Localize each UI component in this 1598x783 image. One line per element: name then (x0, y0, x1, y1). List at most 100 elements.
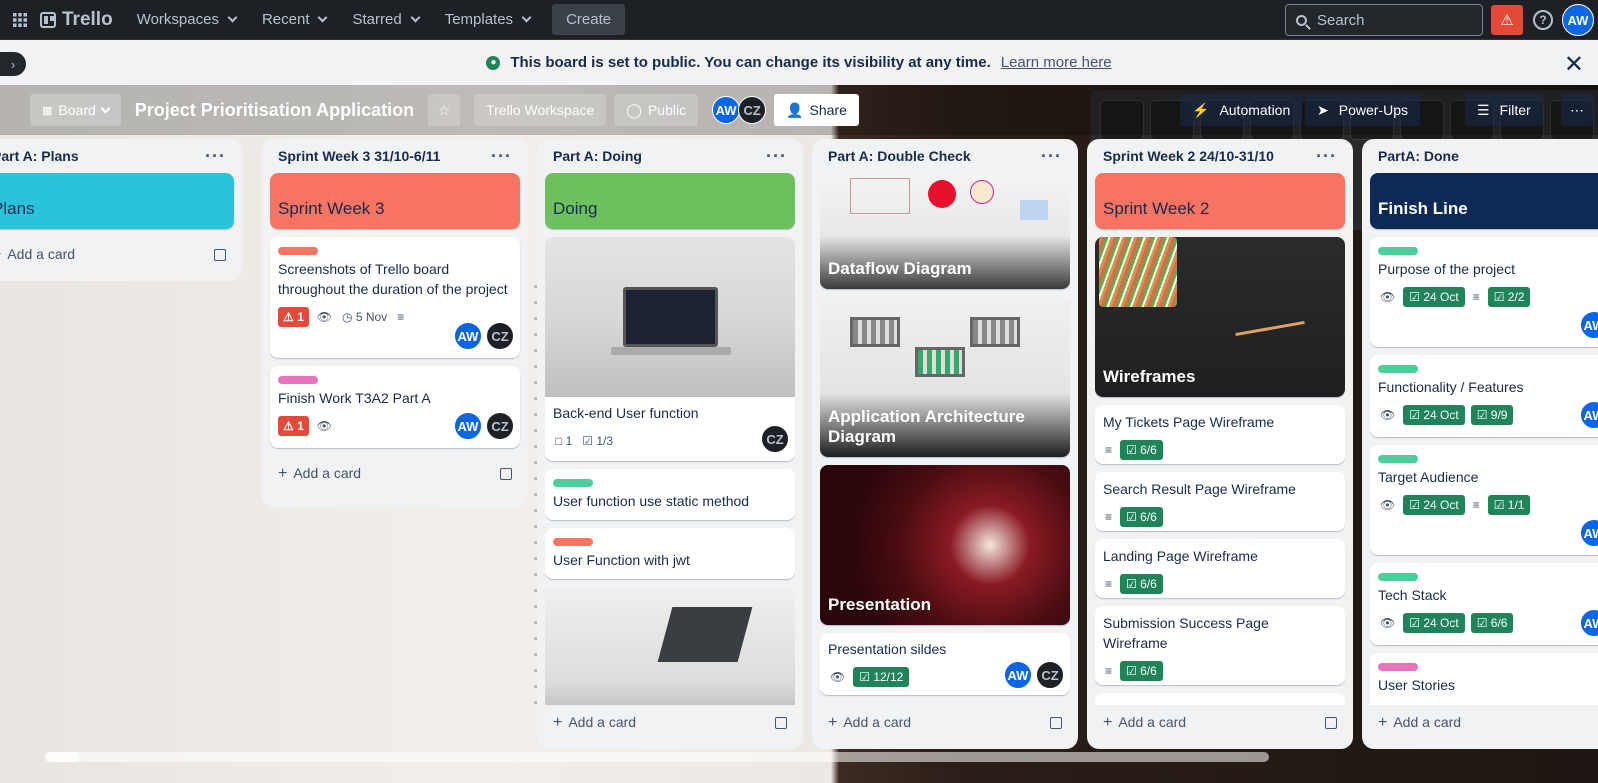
list-item[interactable]: Finish Line (1370, 173, 1598, 229)
workspace-button[interactable]: Trello Workspace (474, 94, 607, 126)
account-avatar[interactable]: AW (1562, 4, 1594, 36)
list-item[interactable]: Submission Success Page Wireframe ≡ ☑ 6/… (1095, 606, 1345, 685)
list-title[interactable]: Part A: Doing (553, 148, 642, 164)
description-icon: ≡ (1105, 664, 1113, 678)
list-title[interactable]: Part A: Plans (0, 148, 79, 164)
add-card-button[interactable]: + Add a card (1370, 705, 1590, 741)
menu-workspaces[interactable]: Workspaces (127, 4, 246, 36)
list-item[interactable]: Application Architecture Diagram (820, 297, 1070, 457)
logo-text: Trello (62, 8, 113, 30)
help-icon[interactable]: ? (1533, 10, 1553, 30)
notifications-icon[interactable]: ⚠ (1491, 5, 1523, 35)
list-title[interactable]: Sprint Week 3 31/10-6/11 (278, 148, 440, 164)
list-item[interactable]: User Function with jwt (545, 528, 795, 579)
list-item[interactable]: Listing Page Wireframe (1095, 693, 1345, 705)
menu-starred[interactable]: Starred (342, 4, 428, 36)
list-item[interactable]: My Tickets Page Wireframe ≡ ☑ 6/6 (1095, 405, 1345, 464)
list-item[interactable]: Wireframes (1095, 237, 1345, 397)
card-label (1378, 455, 1418, 463)
app-switcher-icon[interactable] (0, 0, 40, 40)
card-cover-title: Sprint Week 2 (1095, 173, 1345, 229)
avatar[interactable]: AW (1580, 401, 1598, 429)
public-board-banner: ● This board is set to public. You can c… (0, 40, 1598, 85)
board-horizontal-scrollbar[interactable] (45, 752, 1269, 762)
add-card-button[interactable]: + Add a card (820, 705, 1070, 741)
search-input[interactable]: Search (1285, 4, 1483, 36)
list-item[interactable]: Dataflow Diagram (820, 173, 1070, 289)
powerups-button[interactable]: ➤ Power-Ups (1305, 94, 1420, 126)
avatar[interactable]: CZ (486, 412, 514, 440)
card-cover-title: Doing (545, 173, 795, 229)
list-item[interactable]: Functionality / Features 👁 ☑ 24 Oct ☑ 9/… (1370, 355, 1598, 437)
menu-templates[interactable]: Templates (435, 4, 540, 36)
avatar[interactable]: AW (1580, 311, 1598, 339)
avatar[interactable]: AW (1580, 519, 1598, 547)
avatar[interactable]: CZ (1036, 661, 1064, 689)
card-template-icon[interactable] (1050, 717, 1062, 729)
star-icon[interactable]: ☆ (428, 94, 461, 126)
card-template-icon[interactable] (500, 468, 512, 480)
scrollbar-thumb[interactable] (45, 752, 80, 762)
list-item[interactable]: Sprint Week 3 (270, 173, 520, 229)
list-item[interactable]: Landing Page Wireframe ≡ ☑ 6/6 (1095, 539, 1345, 598)
list-title[interactable]: Part A: Double Check (828, 148, 971, 164)
automation-button[interactable]: ⚡ Automation (1180, 94, 1303, 126)
list-item[interactable]: Tech Stack 👁 ☑ 24 Oct ☑ 6/6 AW (1370, 563, 1598, 645)
add-card-button[interactable]: + Add a card (0, 237, 234, 273)
list-item[interactable]: Purpose of the project 👁 ☑ 24 Oct ≡ ☑ 2/… (1370, 237, 1598, 347)
list-item[interactable]: Presentation (820, 465, 1070, 625)
list-item[interactable]: Finish Work T3A2 Part A ⚠ 1 👁 AW CZ (270, 366, 520, 448)
card-badges: 👁 ☑ 24 Oct ☑ 9/9 (1370, 405, 1598, 433)
close-icon[interactable]: ✕ (1564, 50, 1584, 79)
avatar[interactable]: AW (712, 96, 741, 124)
avatar[interactable]: AW (1004, 661, 1032, 689)
add-card-button[interactable]: + Add a card (1095, 705, 1345, 741)
filter-button[interactable]: ☰ Filter (1465, 94, 1543, 126)
card-template-icon[interactable] (775, 717, 787, 729)
card-members: CZ (761, 425, 789, 453)
avatar[interactable]: CZ (738, 96, 767, 124)
plus-icon: + (1103, 714, 1113, 731)
avatar[interactable]: AW (454, 412, 482, 440)
learn-more-link[interactable]: Learn more here (1001, 54, 1112, 71)
card-template-icon[interactable] (214, 249, 226, 261)
list-item[interactable]: User Stories (1370, 653, 1598, 705)
list-title[interactable]: Sprint Week 2 24/10-31/10 (1103, 148, 1274, 164)
list-item[interactable]: Screenshots of Trello board throughout t… (270, 237, 520, 358)
watch-icon: 👁 (830, 670, 846, 684)
add-card-button[interactable]: + Add a card (545, 705, 795, 741)
board-menu-icon[interactable]: ⋯ (1561, 94, 1593, 126)
board-view-switcher[interactable]: ▦ Board (30, 94, 121, 126)
list-item[interactable]: Sprint Week 2 (1095, 173, 1345, 229)
card-title: Application Architecture Diagram (828, 407, 1025, 446)
card-badges: 👁 ☑ 24 Oct ≡ ☑ 2/2 (1370, 287, 1598, 315)
avatar[interactable]: AW (454, 322, 482, 350)
trello-logo[interactable]: Trello (40, 9, 113, 31)
list-item[interactable]: Target Audience 👁 ☑ 24 Oct ≡ ☑ 1/1 AW (1370, 445, 1598, 555)
list-item[interactable]: Search Result Page Wireframe ≡ ☑ 6/6 (1095, 472, 1345, 531)
create-button[interactable]: Create (552, 4, 626, 35)
plus-icon: + (828, 714, 838, 731)
sidebar-expand-icon[interactable]: › (0, 52, 26, 76)
add-card-button[interactable]: + Add a card (270, 456, 520, 492)
list-header: Part A: Doing ··· (553, 146, 787, 166)
card-title: Dataflow Diagram (828, 259, 972, 278)
visibility-button[interactable]: ◯ Public (614, 94, 699, 126)
list-item[interactable]: Back-end User function □ 1 ☑ 1/3 CZ (545, 237, 795, 461)
board-title[interactable]: Project Prioritisation Application (135, 100, 414, 121)
list-item[interactable]: Plans (0, 173, 234, 229)
menu-recent[interactable]: Recent (252, 4, 337, 36)
list-cards: Doing Back-end User function □ 1 ☑ 1/3 C… (545, 173, 795, 705)
avatar[interactable]: AW (1580, 609, 1598, 637)
notification-badge: ⚠ 1 (278, 307, 309, 327)
list-item[interactable]: User function use static method (545, 469, 795, 520)
lightning-icon: ⚡ (1192, 101, 1210, 118)
list-item[interactable]: Presentation sildes 👁 ☑ 12/12 AW CZ (820, 633, 1070, 695)
list-item[interactable]: Doing (545, 173, 795, 229)
card-template-icon[interactable] (1325, 717, 1337, 729)
share-button[interactable]: 👤 Share (774, 94, 859, 126)
list-item[interactable] (545, 587, 795, 705)
list-title[interactable]: PartA: Done (1378, 148, 1459, 164)
avatar[interactable]: CZ (486, 322, 514, 350)
avatar[interactable]: CZ (761, 425, 789, 453)
